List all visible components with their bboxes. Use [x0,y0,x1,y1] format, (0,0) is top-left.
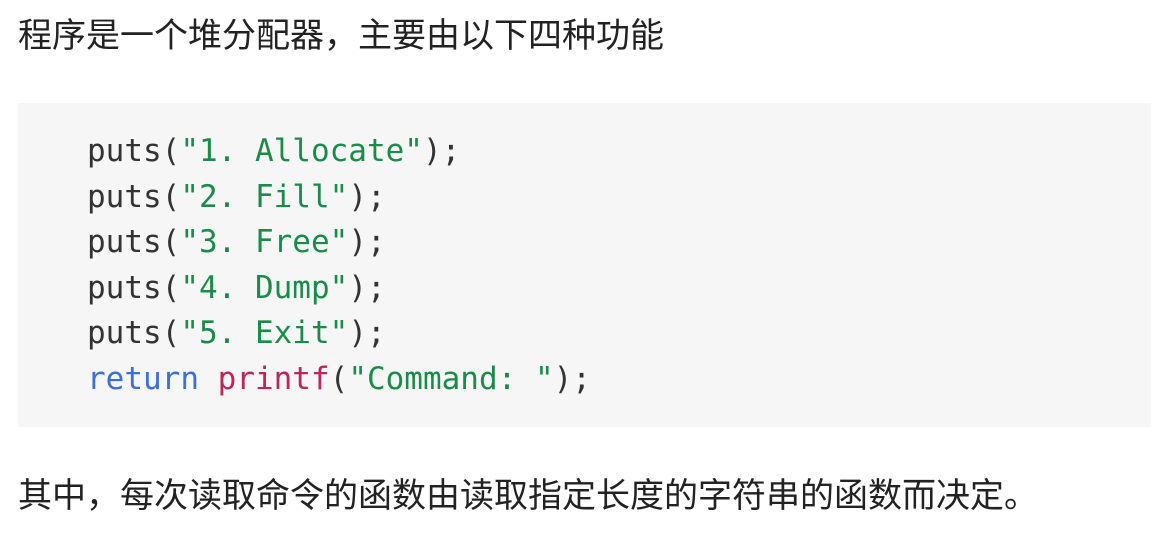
code-function-name: puts [87,178,162,215]
code-line: puts("5. Exit"); [87,311,1151,357]
code-line: puts("4. Dump"); [87,266,1151,312]
code-return-line: return printf("Command: "); [87,357,1151,403]
code-block: puts("1. Allocate"); puts("2. Fill"); puts… [18,103,1151,427]
code-function-name: puts [87,315,162,352]
code-paren-open: ( [329,360,349,397]
intro-paragraph: 程序是一个堆分配器，主要由以下四种功能 [18,16,664,56]
code-line: puts("3. Free"); [87,220,1151,266]
code-paren-close: ); [348,315,386,352]
code-paren-close: ); [348,224,386,261]
code-paren-open: ( [161,269,181,306]
code-function-name: puts [87,269,162,306]
code-function-name: puts [87,133,162,169]
code-string-literal: "5. Exit" [180,315,349,352]
code-keyword-return: return [87,360,199,397]
code-paren-close: ); [553,360,591,397]
code-function-printf: printf [217,360,330,397]
code-paren-close: ); [422,133,461,169]
code-string-literal: "1. Allocate" [180,133,423,169]
code-string-literal: "3. Free" [180,224,349,261]
code-line: puts("1. Allocate"); [87,129,1151,175]
code-paren-close: ); [348,269,386,306]
outro-paragraph: 其中，每次读取命令的函数由读取指定长度的字符串的函数而决定。 [18,476,1038,516]
code-line: puts("2. Fill"); [87,175,1151,221]
code-paren-close: ); [348,178,386,215]
code-string-literal: "4. Dump" [180,269,349,306]
code-paren-open: ( [161,224,181,261]
code-function-name: puts [87,224,162,261]
code-paren-open: ( [161,133,181,169]
code-string-literal: "2. Fill" [180,178,349,215]
code-paren-open: ( [161,315,181,352]
code-string-literal: "Command: " [348,360,554,397]
code-paren-open: ( [161,178,181,215]
